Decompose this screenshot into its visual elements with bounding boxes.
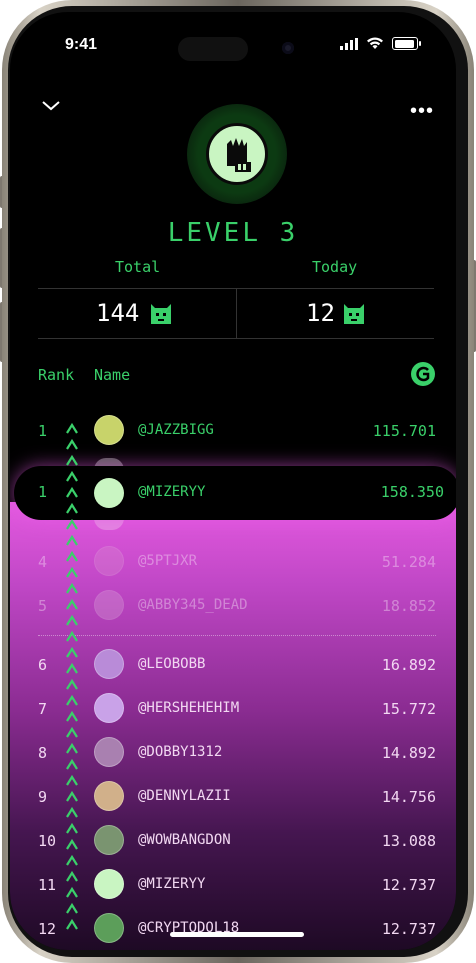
today-value: 12 xyxy=(306,299,335,327)
avatar xyxy=(94,649,124,679)
row-score: 14.756 xyxy=(381,788,436,806)
row-username: @DOBBY1312 xyxy=(138,744,223,760)
row-rank: 9 xyxy=(38,788,48,806)
stats-panel: 144 12 xyxy=(38,288,434,339)
rank-separator xyxy=(38,635,436,636)
row-score: 15.772 xyxy=(381,700,436,718)
signal-icon xyxy=(340,38,358,50)
row-score: 115.701 xyxy=(372,422,436,440)
avatar xyxy=(94,415,124,445)
row-score: 51.284 xyxy=(381,553,436,571)
stat-labels: Total Today xyxy=(10,258,456,278)
total-value: 144 xyxy=(96,299,140,327)
row-score: 12.737 xyxy=(381,876,436,894)
name-header: Name xyxy=(94,366,131,384)
row-username: @HERSHEHEHIM xyxy=(138,700,240,716)
current-user-row[interactable]: 1 @MIZERYY 158.350 xyxy=(14,466,456,520)
screen: 9:41 ••• LEVEL 3 Total Today 144 12 Rank… xyxy=(10,12,456,950)
avatar xyxy=(94,693,124,723)
row-username: @DENNYLAZII xyxy=(138,788,231,804)
row-rank: 5 xyxy=(38,597,48,615)
row-score: 14.892 xyxy=(381,744,436,762)
row-rank: 10 xyxy=(38,832,57,850)
battery-icon xyxy=(392,37,421,50)
avatar xyxy=(94,737,124,767)
status-time: 9:41 xyxy=(65,36,98,53)
current-user-score: 158.350 xyxy=(380,483,444,501)
token-icon xyxy=(344,304,364,324)
avatar xyxy=(94,781,124,811)
rank-up-arrows-icon xyxy=(65,422,79,932)
level-title: LEVEL 3 xyxy=(167,218,299,248)
camera xyxy=(282,42,294,54)
row-username: @MIZERYY xyxy=(138,876,206,892)
row-score: 18.852 xyxy=(381,597,436,615)
rank-header: Rank xyxy=(38,366,75,384)
more-options-icon[interactable]: ••• xyxy=(410,100,434,123)
current-user-rank: 1 xyxy=(38,483,48,501)
avatar xyxy=(94,913,124,943)
stats-divider xyxy=(236,289,237,338)
row-username: @WOWBANGDON xyxy=(138,832,231,848)
row-rank: 7 xyxy=(38,700,48,718)
row-username: @5PTJXR xyxy=(138,553,198,569)
avatar xyxy=(94,825,124,855)
total-label: Total xyxy=(115,258,161,276)
row-score: 13.088 xyxy=(381,832,436,850)
row-username: @ABBY345_DEAD xyxy=(138,597,248,613)
avatar xyxy=(94,546,124,576)
level-badge xyxy=(206,123,268,185)
home-indicator[interactable] xyxy=(170,932,304,937)
row-rank: 4 xyxy=(38,553,48,571)
row-score: 12.737 xyxy=(381,920,436,938)
wifi-icon xyxy=(367,37,383,49)
level-avatar-icon xyxy=(227,138,251,172)
row-rank: 8 xyxy=(38,744,48,762)
current-user-name: @MIZERYY xyxy=(138,484,206,500)
row-username: @JAZZBIGG xyxy=(138,422,214,438)
avatar xyxy=(94,478,124,508)
token-icon xyxy=(151,304,171,324)
today-label: Today xyxy=(312,258,358,276)
avatar xyxy=(94,590,124,620)
chevron-down-icon[interactable] xyxy=(40,97,62,113)
row-rank: 6 xyxy=(38,656,48,674)
row-rank: 11 xyxy=(38,876,57,894)
row-rank: 1 xyxy=(38,422,48,440)
row-username: @LEOBOBB xyxy=(138,656,206,672)
dynamic-island xyxy=(178,37,248,61)
row-rank: 12 xyxy=(38,920,57,938)
g-logo-icon[interactable] xyxy=(411,362,435,386)
row-score: 16.892 xyxy=(381,656,436,674)
avatar xyxy=(94,869,124,899)
